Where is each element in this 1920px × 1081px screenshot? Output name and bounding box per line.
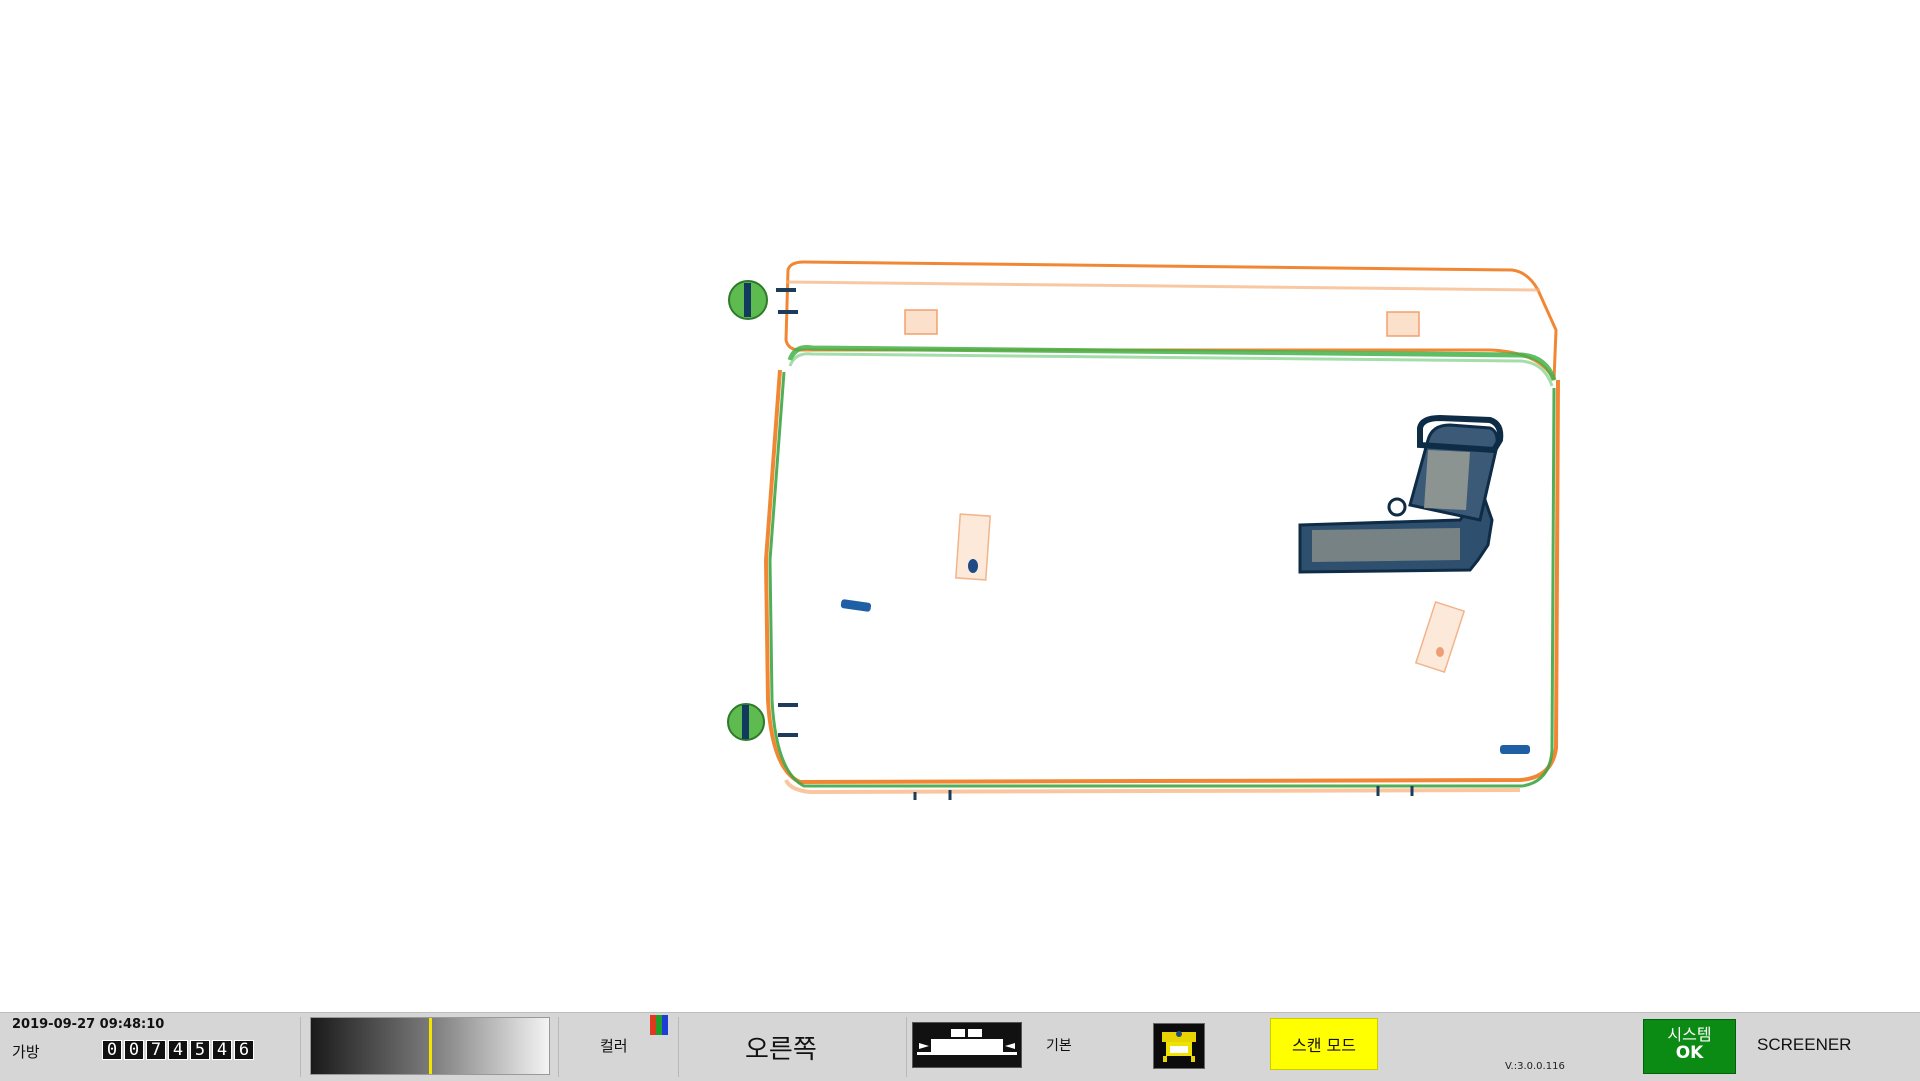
bag-counter-digit: 7 bbox=[146, 1040, 166, 1060]
color-mode-label[interactable]: 컬러 bbox=[600, 1035, 628, 1056]
density-slider-thumb[interactable] bbox=[428, 1018, 432, 1074]
bag-counter-digit: 0 bbox=[102, 1040, 122, 1060]
bag-counter-label: 가방 bbox=[12, 1043, 40, 1061]
color-palette-icon[interactable] bbox=[650, 1015, 668, 1035]
version-label: V.:3.0.0.116 bbox=[1505, 1061, 1565, 1072]
system-status-label: 시스템 bbox=[1667, 1025, 1712, 1044]
image-enhance-icon[interactable] bbox=[1153, 1023, 1205, 1069]
color-bar-blue bbox=[662, 1015, 668, 1035]
divider bbox=[300, 1017, 301, 1077]
system-status-indicator: 시스템 OK bbox=[1643, 1019, 1736, 1074]
divider bbox=[906, 1017, 907, 1077]
status-bar: 2019-09-27 09:48:10 가방 0 0 7 4 5 4 6 컬러 … bbox=[0, 1012, 1920, 1081]
xray-viewer[interactable] bbox=[0, 0, 1920, 1012]
scan-direction-label[interactable]: 오른쪽 bbox=[745, 1029, 817, 1066]
operator-role-label: SCREENER bbox=[1757, 1035, 1852, 1054]
divider bbox=[558, 1017, 559, 1077]
scan-datetime: 2019-09-27 09:48:10 bbox=[12, 1017, 165, 1032]
bag-counter-digit: 6 bbox=[234, 1040, 254, 1060]
xray-luggage-image bbox=[727, 260, 1560, 800]
bag-counter-digit: 0 bbox=[124, 1040, 144, 1060]
system-status-value: OK bbox=[1675, 1042, 1704, 1063]
bag-counter-digit: 5 bbox=[190, 1040, 210, 1060]
scan-mode-button[interactable]: 스캔 모드 bbox=[1270, 1018, 1378, 1070]
bag-counter-digit: 4 bbox=[212, 1040, 232, 1060]
bag-counter-digit: 4 bbox=[168, 1040, 188, 1060]
bag-counter: 0 0 7 4 5 4 6 bbox=[102, 1040, 254, 1060]
image-mode-label[interactable]: 기본 bbox=[1046, 1035, 1072, 1055]
threat-object-icon bbox=[1298, 414, 1504, 574]
conveyor-belt-icon[interactable] bbox=[912, 1022, 1022, 1068]
density-slider[interactable] bbox=[310, 1017, 550, 1075]
divider bbox=[678, 1017, 679, 1077]
